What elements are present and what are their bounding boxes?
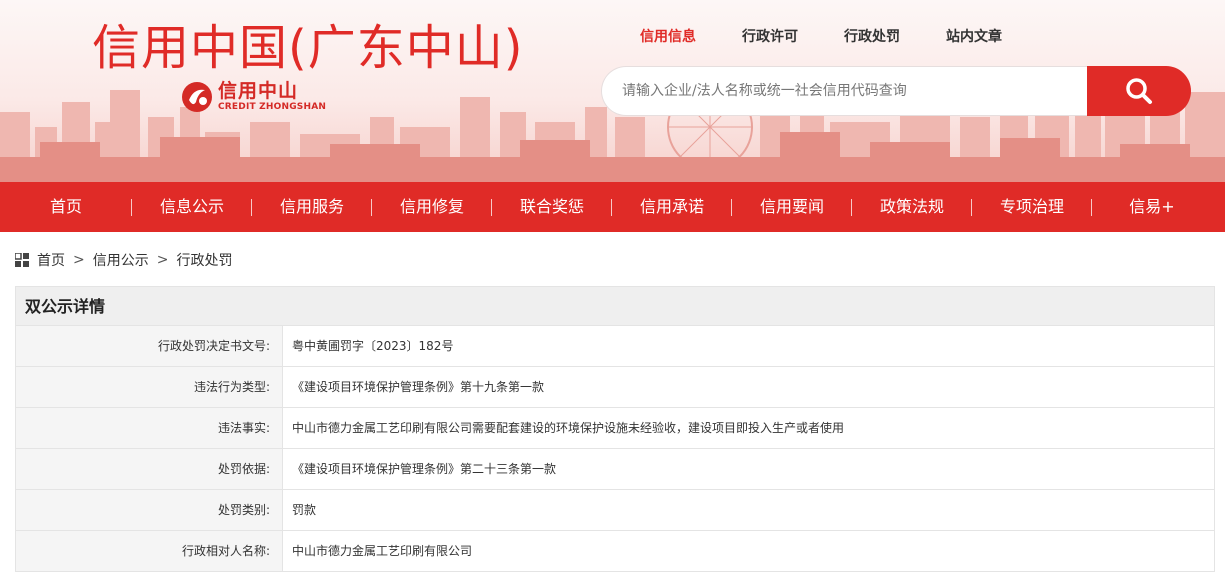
breadcrumb-separator: > [156,252,169,268]
top-link-credit-info[interactable]: 信用信息 [640,26,696,46]
nav-item-joint-reward-punish[interactable]: 联合奖惩 [492,182,612,232]
logo-english-text: CREDIT ZHONGSHAN [218,102,327,112]
detail-row-penalty-category: 处罚类别: 罚款 [15,490,1215,531]
logo-chinese-text: 信用中山 [218,80,299,102]
detail-row-counterparty-name: 行政相对人名称: 中山市德力金属工艺印刷有限公司 [15,531,1215,572]
search-button[interactable] [1087,66,1191,116]
search-bar [601,66,1191,116]
detail-row-penalty-basis: 处罚依据: 《建设项目环境保护管理条例》第二十三条第一款 [15,449,1215,490]
grid-menu-icon [15,253,29,267]
top-quick-links: 信用信息 行政许可 行政处罚 站内文章 [640,26,1048,46]
site-logo[interactable]: 信用中山 CREDIT ZHONGSHAN [180,80,326,114]
row-value: 罚款 [292,503,317,517]
detail-row-decision-number: 行政处罚决定书文号: 粤中黄圃罚字〔2023〕182号 [15,326,1215,367]
top-link-admin-penalty[interactable]: 行政处罚 [844,26,900,46]
row-label: 行政相对人名称: [16,531,283,571]
nav-item-credit-repair[interactable]: 信用修复 [372,182,492,232]
header-banner: 信用中国(广东中山) 信用中山 CREDIT ZHONGSHAN 信用信息 行政… [0,0,1225,182]
site-title: 信用中国(广东中山) [92,20,524,76]
main-nav: 首页 信息公示 信用服务 信用修复 联合奖惩 信用承诺 信用要闻 政策法规 专项… [0,182,1225,232]
nav-item-special-governance[interactable]: 专项治理 [972,182,1092,232]
nav-item-credit-service[interactable]: 信用服务 [252,182,372,232]
row-label: 违法事实: [16,408,283,448]
row-value: 粤中黄圃罚字〔2023〕182号 [292,339,454,353]
nav-item-info-publicity[interactable]: 信息公示 [132,182,252,232]
nav-item-home[interactable]: 首页 [0,182,132,232]
breadcrumb-home[interactable]: 首页 [37,250,65,270]
credit-zhongshan-logo-icon [182,82,212,112]
row-value: 《建设项目环境保护管理条例》第十九条第一款 [292,380,545,394]
row-label: 处罚依据: [16,449,283,489]
row-value: 中山市德力金属工艺印刷有限公司需要配套建设的环境保护设施未经验收，建设项目即投入… [292,421,845,435]
search-input[interactable] [601,66,1087,116]
penalty-detail-table: 双公示详情 行政处罚决定书文号: 粤中黄圃罚字〔2023〕182号 违法行为类型… [15,286,1215,572]
top-link-site-articles[interactable]: 站内文章 [946,26,1002,46]
nav-item-xinyi-plus[interactable]: 信易+ [1092,182,1212,232]
nav-item-policy-regulation[interactable]: 政策法规 [852,182,972,232]
row-label: 处罚类别: [16,490,283,530]
breadcrumb: 首页 > 信用公示 > 行政处罚 [15,250,232,270]
nav-item-credit-news[interactable]: 信用要闻 [732,182,852,232]
nav-item-credit-commitment[interactable]: 信用承诺 [612,182,732,232]
search-icon [1126,78,1152,104]
breadcrumb-credit-publicity[interactable]: 信用公示 [93,250,149,270]
row-label: 行政处罚决定书文号: [16,326,283,366]
breadcrumb-separator: > [73,252,85,268]
detail-row-violation-type: 违法行为类型: 《建设项目环境保护管理条例》第十九条第一款 [15,367,1215,408]
top-link-admin-license[interactable]: 行政许可 [742,26,798,46]
row-label: 违法行为类型: [16,367,283,407]
row-value: 中山市德力金属工艺印刷有限公司 [292,544,473,558]
detail-row-violation-facts: 违法事实: 中山市德力金属工艺印刷有限公司需要配套建设的环境保护设施未经验收，建… [15,408,1215,449]
detail-title: 双公示详情 [15,286,1215,326]
breadcrumb-admin-penalty[interactable]: 行政处罚 [176,250,232,270]
row-value: 《建设项目环境保护管理条例》第二十三条第一款 [292,462,557,476]
